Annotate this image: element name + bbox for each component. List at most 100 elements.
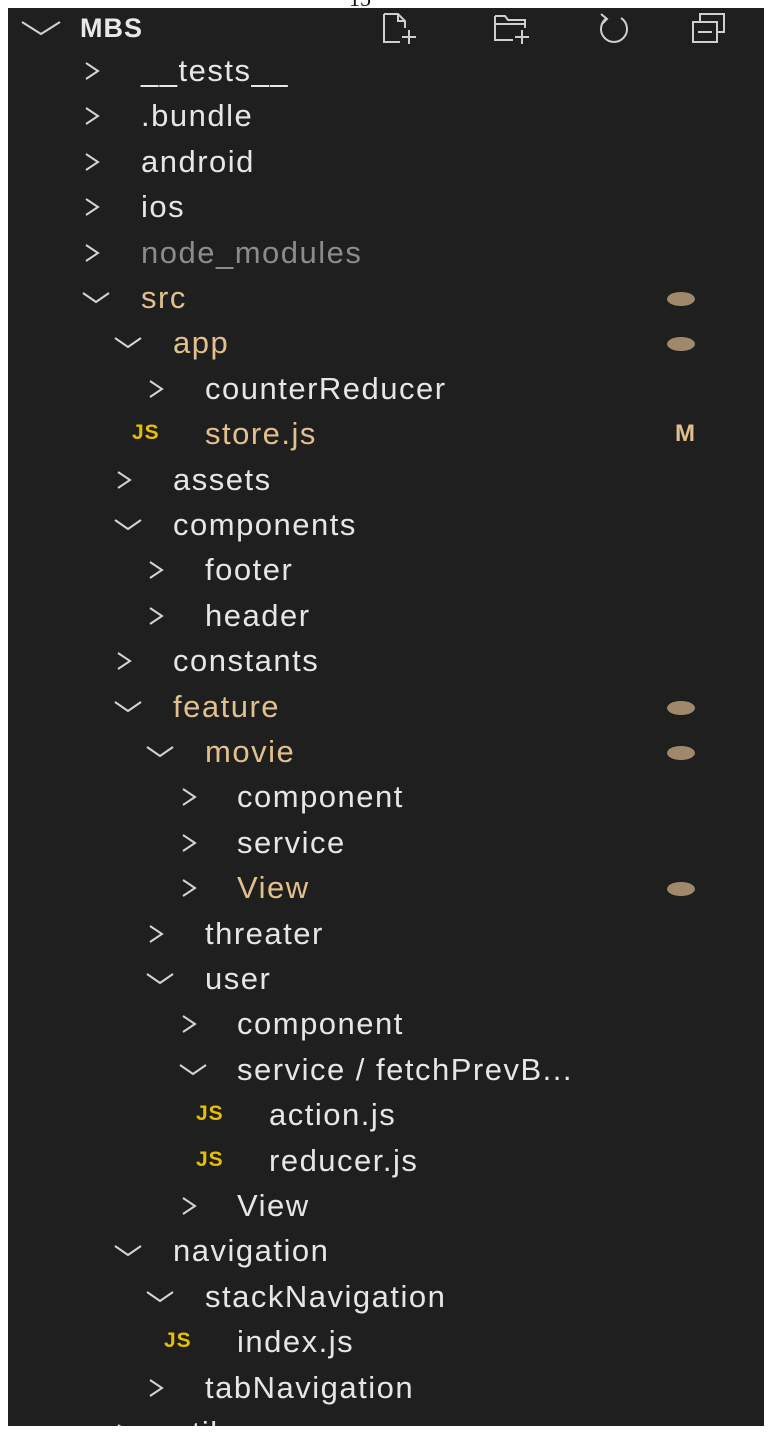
folder-item[interactable]: threater	[8, 911, 764, 956]
folder-name: __tests__	[141, 53, 289, 88]
chevron-right-icon[interactable]	[145, 605, 167, 627]
folder-name: tabNavigation	[205, 1370, 415, 1405]
folder-item[interactable]: View	[8, 1183, 764, 1228]
folder-item[interactable]: feature	[8, 684, 764, 729]
modified-dot-icon	[667, 746, 695, 760]
javascript-file-icon: JS	[196, 1102, 224, 1125]
chevron-right-icon[interactable]	[81, 151, 103, 173]
collapse-all-icon[interactable]	[688, 10, 730, 46]
folder-item[interactable]: utils	[8, 1410, 764, 1426]
folder-name: .bundle	[141, 98, 254, 133]
chevron-down-icon[interactable]	[145, 1286, 174, 1308]
file-item[interactable]: JS action.js	[8, 1092, 764, 1137]
file-item[interactable]: JS index.js	[8, 1319, 764, 1364]
folder-name: utils	[173, 1410, 236, 1426]
folder-name: src	[141, 280, 187, 315]
folder-item[interactable]: service / fetchPrevB...	[8, 1047, 764, 1092]
folder-name: footer	[205, 552, 294, 587]
folder-name: View	[237, 870, 310, 905]
page-top-strip: 15	[0, 0, 769, 11]
modified-dot-icon	[667, 337, 695, 351]
chevron-down-icon[interactable]	[18, 16, 64, 40]
chevron-right-icon[interactable]	[81, 105, 103, 127]
folder-item[interactable]: movie	[8, 729, 764, 774]
folder-name: counterReducer	[205, 371, 447, 406]
folder-item[interactable]: tabNavigation	[8, 1365, 764, 1410]
chevron-right-icon[interactable]	[178, 877, 200, 899]
chevron-right-icon[interactable]	[81, 60, 103, 82]
chevron-right-icon[interactable]	[178, 832, 200, 854]
folder-item[interactable]: node_modules	[8, 230, 764, 275]
folder-item[interactable]: user	[8, 956, 764, 1001]
chevron-down-icon[interactable]	[113, 1240, 142, 1262]
chevron-right-icon[interactable]	[113, 650, 135, 672]
folder-name: components	[173, 507, 357, 542]
chevron-right-icon[interactable]	[81, 242, 103, 264]
modified-dot-icon	[667, 292, 695, 306]
chevron-down-icon[interactable]	[81, 287, 110, 309]
chevron-down-icon[interactable]	[113, 696, 142, 718]
folder-name: service	[237, 825, 346, 860]
chevron-down-icon[interactable]	[113, 332, 142, 354]
folder-item[interactable]: src	[8, 275, 764, 320]
folder-name: component	[237, 779, 404, 814]
javascript-file-icon: JS	[132, 421, 160, 444]
explorer-panel: MBS __tests__ .bundle android ios node_modul…	[8, 8, 764, 1426]
folder-item[interactable]: ios	[8, 184, 764, 229]
chevron-down-icon[interactable]	[145, 968, 174, 990]
folder-item[interactable]: service	[8, 820, 764, 865]
folder-item[interactable]: navigation	[8, 1228, 764, 1273]
file-name: store.js	[205, 416, 317, 451]
folder-item[interactable]: android	[8, 139, 764, 184]
folder-name: feature	[173, 689, 281, 724]
javascript-file-icon: JS	[196, 1148, 224, 1171]
folder-item[interactable]: component	[8, 1001, 764, 1046]
chevron-right-icon[interactable]	[178, 1013, 200, 1035]
folder-item[interactable]: __tests__	[8, 48, 764, 93]
new-file-icon[interactable]	[378, 10, 420, 46]
chevron-right-icon[interactable]	[145, 378, 167, 400]
chevron-right-icon[interactable]	[178, 786, 200, 808]
folder-item[interactable]: components	[8, 502, 764, 547]
modified-dot-icon	[667, 701, 695, 715]
folder-item[interactable]: footer	[8, 547, 764, 592]
chevron-right-icon[interactable]	[145, 559, 167, 581]
folder-name: node_modules	[141, 235, 363, 270]
chevron-right-icon[interactable]	[145, 1377, 167, 1399]
modified-dot-icon	[667, 882, 695, 896]
folder-item[interactable]: View	[8, 865, 764, 910]
chevron-right-icon[interactable]	[145, 923, 167, 945]
explorer-root-header[interactable]: MBS	[8, 8, 764, 48]
folder-name: ios	[141, 189, 186, 224]
folder-item[interactable]: header	[8, 593, 764, 638]
folder-name: constants	[173, 643, 320, 678]
chevron-right-icon[interactable]	[113, 469, 135, 491]
folder-name: service / fetchPrevB...	[237, 1052, 573, 1087]
folder-item[interactable]: assets	[8, 457, 764, 502]
folder-name: stackNavigation	[205, 1279, 447, 1314]
chevron-down-icon[interactable]	[178, 1059, 207, 1081]
chevron-right-icon[interactable]	[178, 1195, 200, 1217]
folder-name: View	[237, 1188, 310, 1223]
folder-name: header	[205, 598, 311, 633]
folder-item[interactable]: counterReducer	[8, 366, 764, 411]
chevron-down-icon[interactable]	[145, 741, 174, 763]
refresh-icon[interactable]	[593, 10, 635, 46]
file-item[interactable]: JS store.js M	[8, 411, 764, 456]
folder-name: android	[141, 144, 255, 179]
folder-item[interactable]: component	[8, 774, 764, 819]
new-folder-icon[interactable]	[491, 10, 533, 46]
folder-item[interactable]: .bundle	[8, 93, 764, 138]
git-status-badge: M	[675, 420, 695, 447]
folder-name: app	[173, 325, 230, 360]
folder-item[interactable]: app	[8, 320, 764, 365]
chevron-down-icon[interactable]	[113, 514, 142, 536]
folder-item[interactable]: stackNavigation	[8, 1274, 764, 1319]
file-item[interactable]: JS reducer.js	[8, 1138, 764, 1183]
chevron-right-icon[interactable]	[81, 196, 103, 218]
javascript-file-icon: JS	[164, 1329, 192, 1352]
folder-item[interactable]: constants	[8, 638, 764, 683]
folder-name: navigation	[173, 1233, 330, 1268]
folder-name: user	[205, 961, 272, 996]
chevron-right-icon[interactable]	[113, 1422, 135, 1426]
